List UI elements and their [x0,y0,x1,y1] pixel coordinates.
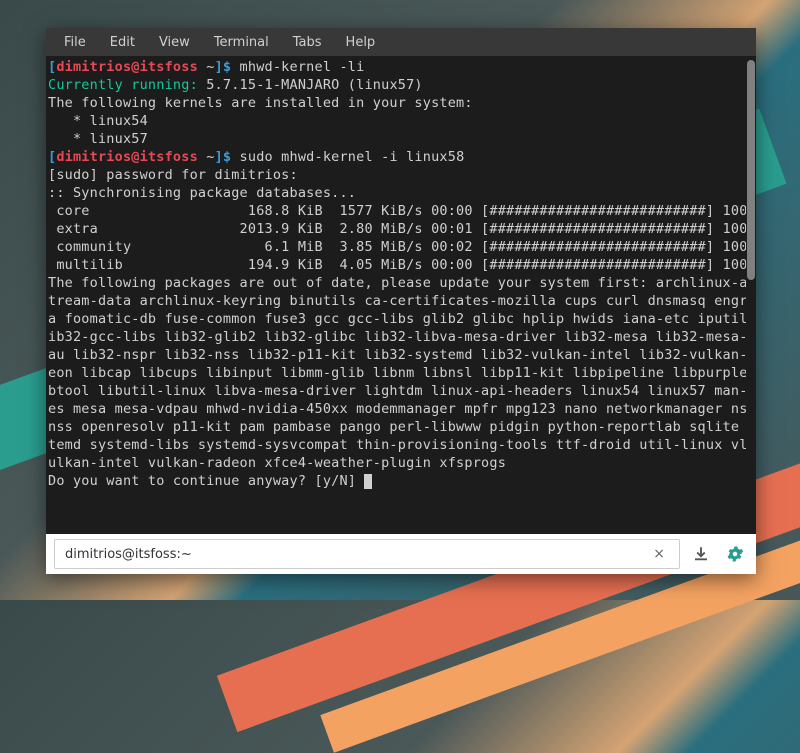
prompt-path: ~ [206,59,214,75]
installed-header: The following kernels are installed in y… [48,95,473,111]
gear-icon[interactable] [722,541,748,567]
db-line: multilib 194.9 KiB 4.05 MiB/s 00:00 [###… [48,257,746,273]
pkg-line: ulkan-intel vulkan-radeon xfce4-weather-… [48,455,506,471]
sudo-prompt: [sudo] password for dimitrios: [48,167,298,183]
pkg-line: temd systemd-libs systemd-sysvcompat thi… [48,437,746,453]
db-line: core 168.8 KiB 1577 KiB/s 00:00 [#######… [48,203,746,219]
menu-tabs[interactable]: Tabs [283,31,332,54]
running-label: Currently running: [48,77,198,93]
terminal-output[interactable]: [dimitrios@itsfoss ~]$ mhwd-kernel -li C… [46,56,746,534]
pkg-line: nss openresolv p11-kit pam pambase pango… [48,419,746,435]
menu-edit[interactable]: Edit [100,31,145,54]
kernel-item: * linux57 [48,131,148,147]
scroll-thumb[interactable] [747,60,755,280]
menu-view[interactable]: View [149,31,200,54]
download-icon[interactable] [688,541,714,567]
command-2: sudo mhwd-kernel -i linux58 [240,149,465,165]
tab-title: dimitrios@itsfoss:~ [65,547,192,562]
kernel-item: * linux54 [48,113,148,129]
confirm-prompt: Do you want to continue anyway? [y/N] [48,473,364,489]
pkg-line: au lib32-nspr lib32-nss lib32-p11-kit li… [48,347,746,363]
pkg-line: ib32-gcc-libs lib32-glib2 lib32-glibc li… [48,329,746,345]
menu-help[interactable]: Help [336,31,386,54]
close-icon[interactable]: × [649,546,669,562]
db-line: community 6.1 MiB 3.85 MiB/s 00:02 [####… [48,239,746,255]
pkg-line: The following packages are out of date, … [48,275,746,291]
command-1: mhwd-kernel -li [240,59,365,75]
tab-bar: dimitrios@itsfoss:~ × [46,534,756,574]
pkg-line: a foomatic-db fuse-common fuse3 gcc gcc-… [48,311,746,327]
pkg-line: eon libcap libcups libinput libmm-glib l… [48,365,746,381]
cursor [364,474,372,489]
menubar: File Edit View Terminal Tabs Help [46,28,756,56]
menu-file[interactable]: File [54,31,96,54]
prompt-user: dimitrios@itsfoss [56,59,198,75]
terminal-window: File Edit View Terminal Tabs Help [dimit… [46,28,756,574]
db-line: extra 2013.9 KiB 2.80 MiB/s 00:01 [#####… [48,221,746,237]
pkg-line: btool libutil-linux libva-mesa-driver li… [48,383,746,399]
scrollbar[interactable] [746,56,756,534]
running-value: 5.7.15-1-MANJARO (linux57) [206,77,423,93]
sync-line: :: Synchronising package databases... [48,185,356,201]
menu-terminal[interactable]: Terminal [204,31,279,54]
prompt-path: ~ [206,149,214,165]
pkg-line: es mesa mesa-vdpau mhwd-nvidia-450xx mod… [48,401,746,417]
pkg-line: tream-data archlinux-keyring binutils ca… [48,293,746,309]
terminal-tab[interactable]: dimitrios@itsfoss:~ × [54,539,680,569]
prompt-user: dimitrios@itsfoss [56,149,198,165]
